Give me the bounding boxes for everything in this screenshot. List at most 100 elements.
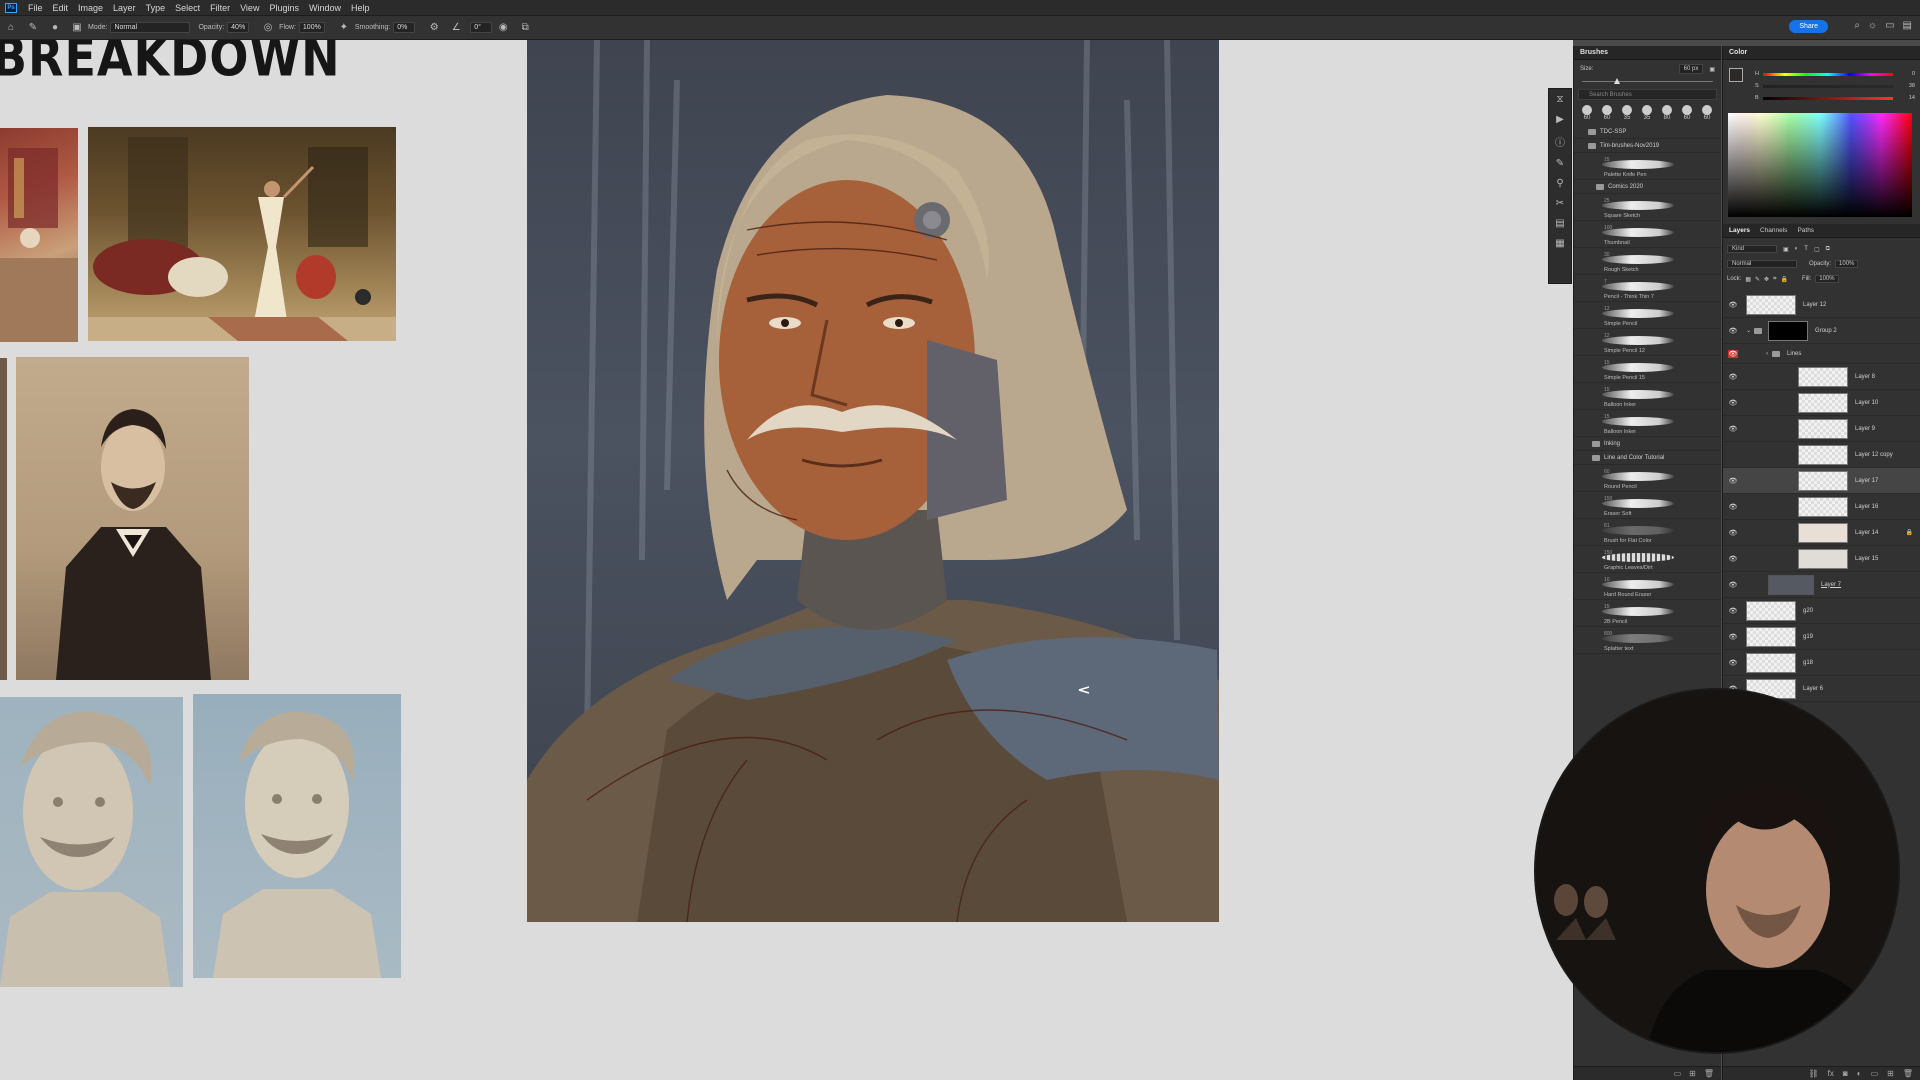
layer-row[interactable]: 👁 Layer 9	[1723, 416, 1920, 442]
document-canvas[interactable]: BREAKDOWN ⧖ ▶ ⓘ ✎ ⚲ ✂ ▤ ▦	[0, 40, 1573, 1080]
lock-all-icon[interactable]: 🔒	[1780, 276, 1787, 283]
lock-artboard-icon[interactable]: ⌗	[1773, 276, 1776, 283]
reference-portrait-photo[interactable]	[16, 357, 249, 680]
new-group-icon[interactable]: ▭	[1674, 1069, 1682, 1078]
tab-channels[interactable]: Channels	[1760, 227, 1787, 234]
s-value[interactable]: 38	[1897, 83, 1915, 89]
s-slider[interactable]	[1762, 84, 1893, 88]
chevron-down-icon[interactable]: ⌄	[1746, 327, 1751, 334]
menu-plugins[interactable]: Plugins	[264, 3, 304, 13]
brush-folder-inking[interactable]: Inking	[1574, 437, 1721, 451]
pressure-size-icon[interactable]: ◉	[497, 22, 509, 34]
clone-source-icon[interactable]: ⚲	[1556, 178, 1563, 189]
tool-presets-icon[interactable]: ✂	[1556, 198, 1564, 209]
brush-item[interactable]: 15 Palette Knife Pen	[1574, 153, 1721, 180]
menu-window[interactable]: Window	[304, 3, 346, 13]
brush-panel-icon[interactable]: ✎	[1556, 158, 1564, 169]
foreground-swatch[interactable]	[1729, 68, 1743, 82]
reference-bust-2[interactable]	[193, 694, 401, 978]
brush-item[interactable]: 100 Thumbnail	[1574, 221, 1721, 248]
reference-painting-crop[interactable]	[0, 128, 78, 342]
layer-row-selected[interactable]: 👁 Layer 17	[1723, 468, 1920, 494]
menu-filter[interactable]: Filter	[205, 3, 235, 13]
mode-select[interactable]: Normal	[110, 22, 191, 33]
eye-icon[interactable]: 👁	[1728, 301, 1738, 309]
layer-row[interactable]: 👁 Layer 12	[1723, 292, 1920, 318]
eye-icon[interactable]: 👁	[1728, 399, 1738, 407]
brush-folder-line-color[interactable]: Line and Color Tutorial	[1574, 451, 1721, 465]
reference-photo-sliver[interactable]	[0, 358, 7, 680]
brush-preset-7[interactable]: 60	[1698, 105, 1716, 123]
blend-mode-select[interactable]: Normal	[1727, 260, 1797, 268]
eye-icon[interactable]: 👁	[1728, 327, 1738, 335]
h-value[interactable]: 0	[1897, 71, 1915, 77]
brush-item[interactable]: 30 Rough Sketch	[1574, 248, 1721, 275]
brush-preset-4[interactable]: 35	[1638, 105, 1656, 123]
brush-item[interactable]: 15 Balloon Inker	[1574, 383, 1721, 410]
new-brush-footer-icon[interactable]: ⊞	[1689, 1069, 1696, 1078]
link-layers-icon[interactable]: ⛓	[1809, 1069, 1819, 1078]
eye-icon[interactable]: 👁	[1728, 373, 1738, 381]
airbrush-icon[interactable]: ✦	[338, 22, 350, 34]
menu-layer[interactable]: Layer	[108, 3, 141, 13]
brush-item[interactable]: 10 Hard Round Eraser	[1574, 573, 1721, 600]
layer-row[interactable]: 👁 Layer 7	[1723, 572, 1920, 598]
menu-select[interactable]: Select	[170, 3, 205, 13]
symmetry-icon[interactable]: ⧉	[519, 22, 531, 34]
pressure-opacity-icon[interactable]: ◎	[262, 22, 274, 34]
brush-size-slider[interactable]	[1582, 78, 1713, 86]
new-layer-icon[interactable]: ⊞	[1887, 1069, 1894, 1078]
brush-folder-tim[interactable]: Tim-brushes-Nov2019	[1574, 139, 1721, 153]
gear-icon[interactable]: ⚙	[428, 22, 440, 34]
history-icon[interactable]: ⧖	[1556, 94, 1563, 105]
menu-view[interactable]: View	[235, 3, 264, 13]
menu-file[interactable]: File	[23, 3, 48, 13]
delete-brush-icon[interactable]: 🗑	[1704, 1069, 1714, 1078]
menu-image[interactable]: Image	[73, 3, 108, 13]
workspace-icon[interactable]: ▭	[1885, 20, 1894, 31]
brush-preset-picker-icon[interactable]: ●	[49, 22, 61, 34]
brush-item[interactable]: 12 Simple Pencil 12	[1574, 329, 1721, 356]
slider-thumb[interactable]	[1614, 78, 1620, 84]
eye-icon[interactable]: 👁	[1728, 451, 1738, 459]
layer-row[interactable]: 👁 Layer 8	[1723, 364, 1920, 390]
tab-layers[interactable]: Layers	[1729, 227, 1750, 234]
brush-item[interactable]: 15 Balloon Inker	[1574, 410, 1721, 437]
layer-row[interactable]: 👁 Layer 16	[1723, 494, 1920, 520]
brush-folder-tdc[interactable]: TDC-SSP	[1574, 125, 1721, 139]
eye-icon[interactable]: 👁	[1728, 529, 1738, 537]
reference-painting-dancer[interactable]	[88, 127, 396, 341]
chevron-right-icon[interactable]: ›	[1766, 351, 1768, 357]
brush-search-input[interactable]: Search Brushes	[1578, 89, 1717, 100]
eye-icon[interactable]: 👁	[1728, 659, 1738, 667]
brush-item[interactable]: 15 2B Pencil	[1574, 600, 1721, 627]
brush-preset-1[interactable]: 60	[1578, 105, 1596, 123]
info-icon[interactable]: ⓘ	[1555, 134, 1565, 149]
eye-icon[interactable]: 👁	[1728, 349, 1738, 358]
smoothing-field[interactable]: 0%	[393, 22, 416, 33]
brush-preset-2[interactable]: 60	[1598, 105, 1616, 123]
lock-move-icon[interactable]: ✥	[1764, 276, 1769, 283]
filter-adjust-icon[interactable]: ◐	[1795, 246, 1799, 252]
brush-size-field[interactable]: 60 px	[1678, 64, 1704, 74]
photoshop-logo-icon[interactable]: Ps	[5, 2, 17, 13]
layer-row[interactable]: 👁Layer 12 copy	[1723, 442, 1920, 468]
filter-shape-icon[interactable]: ▢	[1814, 246, 1820, 253]
actions-play-icon[interactable]: ▶	[1556, 114, 1564, 125]
filter-pixel-icon[interactable]: ▣	[1783, 246, 1789, 253]
layer-row[interactable]: 👁 g18	[1723, 650, 1920, 676]
lock-transparent-icon[interactable]: ▦	[1745, 276, 1751, 283]
brush-folder-comics[interactable]: Comics 2020	[1574, 180, 1721, 194]
menu-edit[interactable]: Edit	[48, 3, 74, 13]
flow-field[interactable]: 100%	[298, 22, 325, 33]
lock-brush-icon[interactable]: ✎	[1755, 276, 1760, 283]
angle-field[interactable]: 0°	[470, 22, 493, 33]
layer-row[interactable]: 👁 Layer 15	[1723, 546, 1920, 572]
layer-row[interactable]: 👁 › Lines	[1723, 344, 1920, 364]
character-painting[interactable]	[527, 40, 1219, 922]
filter-type-icon[interactable]: T	[1804, 246, 1808, 252]
eye-icon[interactable]: 👁	[1728, 581, 1738, 589]
brush-item[interactable]: 25 Square Sketch	[1574, 194, 1721, 221]
brush-item[interactable]: 800 Splatter text	[1574, 627, 1721, 654]
layer-kind-filter[interactable]: Kind	[1727, 245, 1777, 253]
